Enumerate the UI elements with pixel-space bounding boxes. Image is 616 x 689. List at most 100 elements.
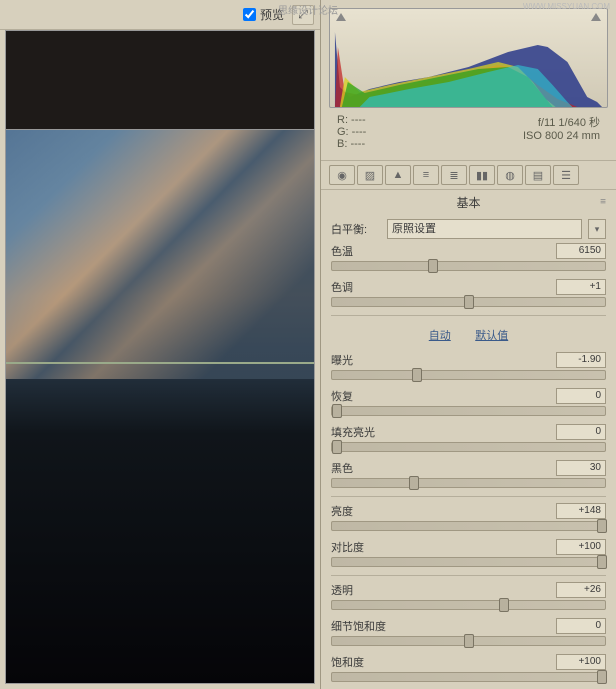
saturation-label: 饱和度	[331, 654, 364, 670]
exposure-thumb[interactable]	[412, 368, 422, 382]
saturation-track[interactable]	[331, 672, 606, 682]
panel-header: 基本 ≡	[321, 190, 616, 213]
blacks-track[interactable]	[331, 478, 606, 488]
iso-focal: ISO 800 24 mm	[469, 130, 601, 142]
preview-label: 预览	[260, 6, 284, 23]
recovery-thumb[interactable]	[332, 404, 342, 418]
tab-fx-icon[interactable]: ◍	[497, 165, 523, 185]
tint-track[interactable]	[331, 297, 606, 307]
recovery-value[interactable]: 0	[556, 388, 606, 404]
tab-curve-icon[interactable]: ▨	[357, 165, 383, 185]
tab-detail-icon[interactable]: ▲	[385, 165, 411, 185]
saturation-value[interactable]: +100	[556, 654, 606, 670]
vibrance-thumb[interactable]	[464, 634, 474, 648]
temperature-value[interactable]: 6150	[556, 243, 606, 259]
recovery-track[interactable]	[331, 406, 606, 416]
sky-decoration	[6, 130, 314, 379]
info-row: R: ---- G: ---- B: ---- f/11 1/640 秒 ISO…	[329, 108, 608, 152]
blacks-thumb[interactable]	[409, 476, 419, 490]
fullscreen-icon[interactable]: ⤢	[292, 5, 314, 25]
fill-light-thumb[interactable]	[332, 440, 342, 454]
histogram-section: R: ---- G: ---- B: ---- f/11 1/640 秒 ISO…	[321, 0, 616, 160]
tab-basic-icon[interactable]: ◉	[329, 165, 355, 185]
tab-hsl-icon[interactable]: ≡	[413, 165, 439, 185]
blacks-value[interactable]: 30	[556, 460, 606, 476]
exposure-value[interactable]: -1.90	[556, 352, 606, 368]
contrast-label: 对比度	[331, 539, 364, 555]
brightness-slider: 亮度 +148	[331, 503, 606, 531]
wb-select[interactable]: 原照设置	[387, 219, 582, 239]
vibrance-track[interactable]	[331, 636, 606, 646]
white-balance-row: 白平衡: 原照设置 ▾	[331, 219, 606, 239]
brightness-thumb[interactable]	[597, 519, 607, 533]
r-value: R: ----	[337, 114, 469, 126]
clarity-track[interactable]	[331, 600, 606, 610]
tab-split-icon[interactable]: ≣	[441, 165, 467, 185]
rgb-info: R: ---- G: ---- B: ----	[337, 114, 469, 150]
blacks-slider: 黑色 30	[331, 460, 606, 488]
preview-checkbox[interactable]	[243, 8, 256, 21]
exif-info: f/11 1/640 秒 ISO 800 24 mm	[469, 114, 601, 150]
fill-light-slider: 填充亮光 0	[331, 424, 606, 452]
b-value: B: ----	[337, 138, 469, 150]
tab-presets-icon[interactable]: ☰	[553, 165, 579, 185]
preview-image[interactable]	[5, 130, 315, 684]
vibrance-value[interactable]: 0	[556, 618, 606, 634]
wb-dropdown-icon[interactable]: ▾	[588, 219, 606, 239]
shadow-clip-icon[interactable]	[336, 13, 346, 21]
contrast-track[interactable]	[331, 557, 606, 567]
tint-thumb[interactable]	[464, 295, 474, 309]
recovery-label: 恢复	[331, 388, 353, 404]
preview-checkbox-wrap[interactable]: 预览	[243, 6, 284, 23]
clarity-label: 透明	[331, 582, 353, 598]
tab-lens-icon[interactable]: ▮▮	[469, 165, 495, 185]
temperature-thumb[interactable]	[428, 259, 438, 273]
brightness-value[interactable]: +148	[556, 503, 606, 519]
adjustment-panel: R: ---- G: ---- B: ---- f/11 1/640 秒 ISO…	[320, 0, 616, 689]
vibrance-slider: 细节饱和度 0	[331, 618, 606, 646]
saturation-slider: 饱和度 +100	[331, 654, 606, 682]
tint-slider: 色调 +1	[331, 279, 606, 307]
clarity-value[interactable]: +26	[556, 582, 606, 598]
brightness-label: 亮度	[331, 503, 353, 519]
separator	[331, 315, 606, 316]
highlight-clip-icon[interactable]	[591, 13, 601, 21]
vibrance-label: 细节饱和度	[331, 618, 386, 634]
saturation-thumb[interactable]	[597, 670, 607, 684]
panel-title: 基本	[456, 196, 480, 210]
histogram[interactable]	[329, 8, 608, 108]
default-link[interactable]: 默认值	[475, 330, 508, 342]
recovery-slider: 恢复 0	[331, 388, 606, 416]
image-area	[0, 30, 320, 689]
auto-link[interactable]: 自动	[429, 330, 451, 342]
clarity-thumb[interactable]	[499, 598, 509, 612]
exposure-label: 曝光	[331, 352, 353, 368]
top-toolbar: 预览 ⤢	[0, 0, 320, 30]
temperature-label: 色温	[331, 243, 353, 259]
fill-light-value[interactable]: 0	[556, 424, 606, 440]
separator	[331, 575, 606, 576]
histogram-graph	[330, 27, 607, 107]
preview-pane: 预览 ⤢	[0, 0, 320, 689]
panel-menu-icon[interactable]: ≡	[600, 196, 606, 207]
tint-value[interactable]: +1	[556, 279, 606, 295]
fill-light-label: 填充亮光	[331, 424, 375, 440]
panel-tabs: ◉ ▨ ▲ ≡ ≣ ▮▮ ◍ ▤ ☰	[321, 160, 616, 190]
contrast-thumb[interactable]	[597, 555, 607, 569]
temperature-track[interactable]	[331, 261, 606, 271]
aperture-shutter: f/11 1/640 秒	[469, 114, 601, 130]
brightness-track[interactable]	[331, 521, 606, 531]
g-value: G: ----	[337, 126, 469, 138]
exposure-track[interactable]	[331, 370, 606, 380]
exposure-slider: 曝光 -1.90	[331, 352, 606, 380]
clarity-slider: 透明 +26	[331, 582, 606, 610]
tab-camera-icon[interactable]: ▤	[525, 165, 551, 185]
blacks-label: 黑色	[331, 460, 353, 476]
controls-section: 白平衡: 原照设置 ▾ 色温 6150 色调 +1 自动 默认值 曝光	[321, 213, 616, 689]
temperature-slider: 色温 6150	[331, 243, 606, 271]
fill-light-track[interactable]	[331, 442, 606, 452]
links-row: 自动 默认值	[331, 322, 606, 352]
contrast-value[interactable]: +100	[556, 539, 606, 555]
separator	[331, 496, 606, 497]
image-canvas-top	[5, 30, 315, 130]
